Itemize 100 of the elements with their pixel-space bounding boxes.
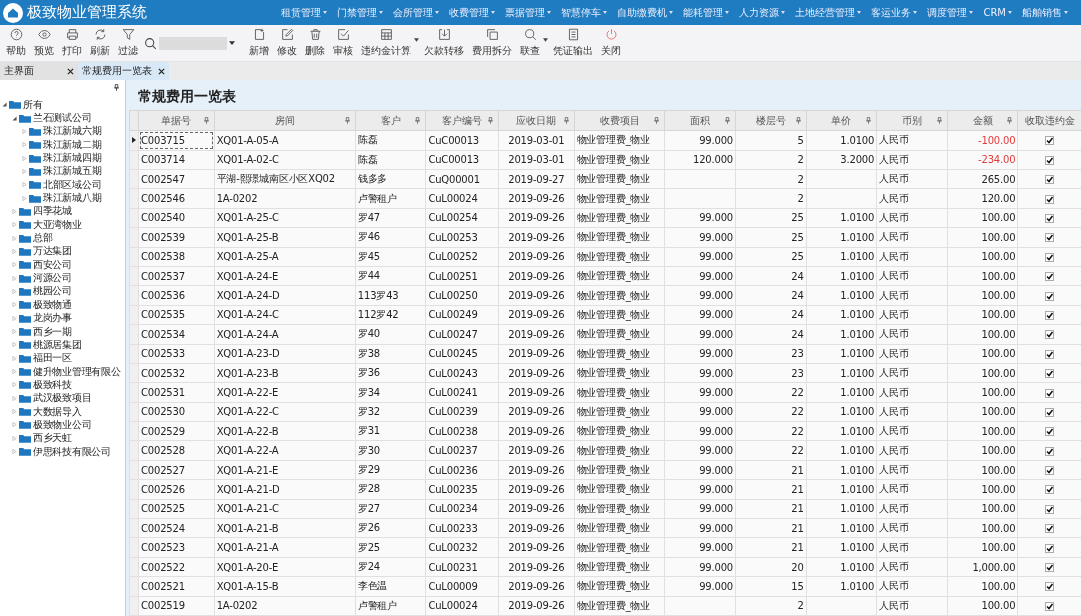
checkbox[interactable] bbox=[1045, 466, 1055, 476]
toolbar-button[interactable]: 过滤 bbox=[114, 28, 142, 58]
menu-item[interactable]: 船舶销售 bbox=[1017, 5, 1073, 20]
tree-item[interactable]: 珠江新城二期 bbox=[43, 137, 102, 152]
toolbar-button[interactable]: 修改 bbox=[273, 28, 301, 58]
checkbox[interactable] bbox=[1045, 272, 1055, 282]
tree-item[interactable]: 西乡天虹 bbox=[33, 431, 72, 446]
tree-item[interactable]: 珠江新城八期 bbox=[43, 191, 102, 206]
search-field[interactable] bbox=[159, 36, 227, 50]
column-header[interactable]: 面积 bbox=[664, 110, 736, 131]
checkbox[interactable] bbox=[1045, 485, 1055, 495]
pin-icon[interactable] bbox=[866, 117, 872, 125]
menu-item[interactable]: 智慧停车 bbox=[556, 5, 613, 20]
toolbar-button[interactable]: 新增 bbox=[245, 28, 273, 58]
tree-item[interactable]: 极致科技 bbox=[33, 377, 72, 392]
expanded-arrow-icon[interactable] bbox=[2, 102, 7, 108]
checkbox[interactable] bbox=[1045, 427, 1055, 437]
pin-icon[interactable] bbox=[114, 83, 119, 91]
tree-item[interactable]: 万达集团 bbox=[33, 244, 72, 259]
checkbox[interactable] bbox=[1045, 214, 1055, 223]
tree-item[interactable]: 西安公司 bbox=[33, 257, 72, 272]
checkbox[interactable] bbox=[1045, 330, 1055, 340]
tree-item[interactable]: 西乡一期 bbox=[33, 324, 72, 339]
pin-icon[interactable] bbox=[725, 117, 730, 125]
tree-item[interactable]: 桃园公司 bbox=[33, 284, 72, 299]
tree-item[interactable]: 兰石测试公司 bbox=[33, 111, 92, 125]
menu-item[interactable]: 门禁管理 bbox=[332, 5, 389, 20]
menu-item[interactable]: CRM bbox=[978, 5, 1017, 20]
dropdown-caret-icon[interactable] bbox=[229, 41, 235, 45]
checkbox[interactable] bbox=[1045, 601, 1055, 611]
pin-icon[interactable] bbox=[415, 117, 421, 125]
checkbox[interactable] bbox=[1045, 310, 1055, 320]
column-header[interactable]: 收费项目 bbox=[574, 110, 665, 131]
pin-icon[interactable] bbox=[654, 117, 660, 125]
menu-item[interactable]: 能耗管理 bbox=[678, 5, 735, 20]
checkbox[interactable] bbox=[1045, 582, 1055, 592]
toolbar-button[interactable]: 帮助 bbox=[2, 28, 30, 58]
checkbox[interactable] bbox=[1045, 175, 1055, 185]
checkbox[interactable] bbox=[1045, 155, 1055, 165]
toolbar-button[interactable]: 预览 bbox=[30, 28, 58, 58]
toolbar-button[interactable]: 凭证输出 bbox=[549, 28, 597, 58]
checkbox[interactable] bbox=[1045, 446, 1055, 456]
pin-icon[interactable] bbox=[795, 117, 801, 125]
pin-icon[interactable] bbox=[1007, 117, 1013, 125]
pin-icon[interactable] bbox=[936, 117, 942, 125]
column-header[interactable]: 楼层号 bbox=[735, 110, 807, 131]
checkbox[interactable] bbox=[1045, 407, 1055, 417]
tree-item[interactable]: 四季花城 bbox=[33, 204, 72, 219]
tree-item[interactable]: 桃源居集团 bbox=[33, 337, 82, 352]
menu-item[interactable]: 客运业务 bbox=[866, 5, 923, 20]
checkbox[interactable] bbox=[1045, 194, 1055, 204]
toolbar-button[interactable]: 刷新 bbox=[86, 28, 114, 58]
checkbox[interactable] bbox=[1045, 543, 1055, 553]
menu-item[interactable]: 自助缴费机 bbox=[612, 5, 679, 20]
pin-icon[interactable] bbox=[344, 117, 350, 125]
menu-item[interactable]: 收费管理 bbox=[444, 5, 501, 20]
column-header[interactable]: 收取违约金 bbox=[1017, 110, 1081, 131]
toolbar-button[interactable]: 打印 bbox=[58, 28, 86, 58]
menu-item[interactable]: 调度管理 bbox=[922, 5, 979, 20]
tree-item[interactable]: 珠江新城五期 bbox=[43, 164, 102, 179]
checkbox[interactable] bbox=[1045, 252, 1055, 262]
tree-item[interactable]: 福田一区 bbox=[33, 351, 72, 366]
tree-item[interactable]: 伊思科技有限公司 bbox=[33, 444, 111, 459]
checkbox[interactable] bbox=[1045, 563, 1055, 572]
pin-icon[interactable] bbox=[563, 117, 569, 125]
close-icon[interactable] bbox=[158, 67, 165, 75]
tree-item[interactable]: 极致物通 bbox=[33, 297, 72, 312]
menu-item[interactable]: 会所管理 bbox=[388, 5, 445, 20]
pin-icon[interactable] bbox=[203, 117, 209, 125]
tree-item[interactable]: 珠江新城四期 bbox=[43, 151, 102, 166]
toolbar-button[interactable]: 联查 bbox=[516, 28, 549, 58]
tree-item[interactable]: 健升物业管理有限公 bbox=[33, 364, 121, 379]
column-header[interactable]: 客户编号 bbox=[425, 110, 499, 131]
checkbox[interactable] bbox=[1045, 291, 1055, 301]
toolbar-button[interactable]: 欠款转移 bbox=[420, 28, 468, 58]
checkbox[interactable] bbox=[1045, 136, 1055, 146]
toolbar-button[interactable]: 费用拆分 bbox=[468, 28, 516, 58]
menu-item[interactable]: 票据管理 bbox=[500, 5, 557, 20]
column-header[interactable]: 单价 bbox=[806, 110, 877, 131]
column-header[interactable]: 房间 bbox=[214, 110, 356, 131]
tree-item[interactable]: 极致物业公司 bbox=[33, 417, 92, 432]
tab[interactable]: 主界面 bbox=[0, 62, 78, 80]
close-icon[interactable] bbox=[67, 67, 74, 75]
tree-item[interactable]: 河源公司 bbox=[33, 271, 72, 286]
tree-item[interactable]: 大数据导入 bbox=[33, 404, 82, 419]
tree-item[interactable]: 总部 bbox=[33, 231, 53, 246]
tree-item[interactable]: 龙岗办事 bbox=[33, 311, 72, 326]
checkbox[interactable] bbox=[1045, 504, 1055, 514]
expanded-arrow-icon[interactable] bbox=[12, 115, 17, 121]
column-header[interactable]: 客户 bbox=[355, 110, 426, 131]
tree-item[interactable]: 北部区域公司 bbox=[43, 177, 102, 192]
tree-item[interactable]: 武汉极致项目 bbox=[33, 391, 92, 406]
tree-item[interactable]: 大亚湾物业 bbox=[33, 217, 82, 232]
toolbar-button[interactable]: 关闭 bbox=[597, 28, 625, 58]
pin-icon[interactable] bbox=[488, 117, 494, 125]
checkbox[interactable] bbox=[1045, 233, 1055, 243]
checkbox[interactable] bbox=[1045, 524, 1055, 534]
tab[interactable]: 常规费用一览表 bbox=[78, 62, 169, 80]
checkbox[interactable] bbox=[1045, 369, 1055, 379]
toolbar-button[interactable]: 删除 bbox=[301, 28, 329, 58]
